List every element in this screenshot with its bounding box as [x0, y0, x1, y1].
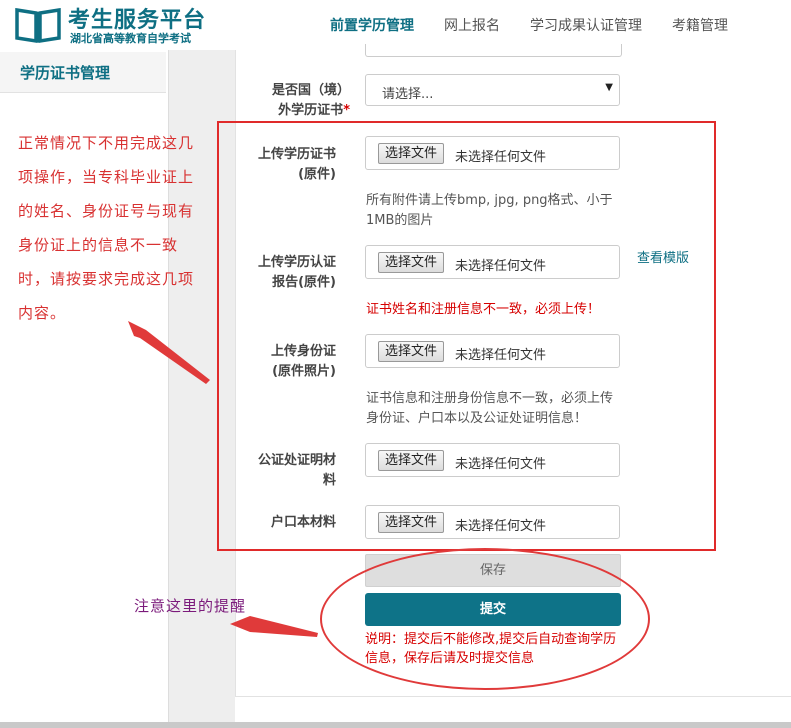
annotation-arrow-upper	[128, 321, 210, 384]
annotation-arrow-lower	[230, 616, 318, 637]
annotation-arrows	[128, 321, 318, 637]
